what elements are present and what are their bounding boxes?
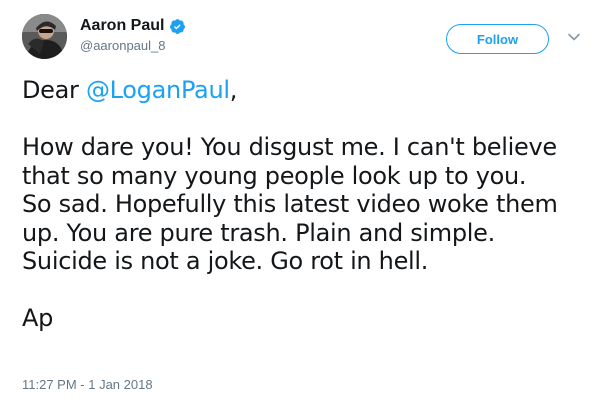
tweet-body-line: Suicide is not a joke. Go rot in hell. xyxy=(22,247,429,275)
avatar[interactable] xyxy=(22,14,67,59)
tweet-body-line: How dare you! You disgust me. I can't be… xyxy=(22,133,557,161)
chevron-down-icon[interactable] xyxy=(567,30,581,44)
mention-link[interactable]: @LoganPaul xyxy=(86,76,230,104)
follow-button[interactable]: Follow xyxy=(446,24,549,54)
tweet-body-line: up. You are pure trash. Plain and simple… xyxy=(22,218,495,247)
tweet-signature: Ap xyxy=(22,304,54,332)
tweet-greeting: Dear @LoganPaul, xyxy=(22,76,602,105)
tweet-body-line: that so many young people look up to you… xyxy=(22,161,527,190)
display-name[interactable]: Aaron Paul xyxy=(80,17,164,35)
verified-badge-icon xyxy=(170,18,186,34)
author-name-row[interactable]: Aaron Paul xyxy=(80,15,186,37)
tweet-timestamp[interactable]: 11:27 PM - 1 Jan 2018 xyxy=(22,377,153,392)
author-handle[interactable]: @aaronpaul_8 xyxy=(80,38,165,53)
greeting-prefix: Dear xyxy=(22,76,86,104)
greeting-suffix: , xyxy=(229,76,238,104)
profile-photo xyxy=(22,14,67,59)
tweet-text: Dear @LoganPaul, How dare you! You disgu… xyxy=(22,76,602,333)
tweet-body-line: So sad. Hopefully this latest video woke… xyxy=(22,190,558,218)
tweet-card: Aaron Paul @aaronpaul_8 Follow Dear @Log… xyxy=(0,0,608,406)
tweet-body: How dare you! You disgust me. I can't be… xyxy=(22,133,602,276)
